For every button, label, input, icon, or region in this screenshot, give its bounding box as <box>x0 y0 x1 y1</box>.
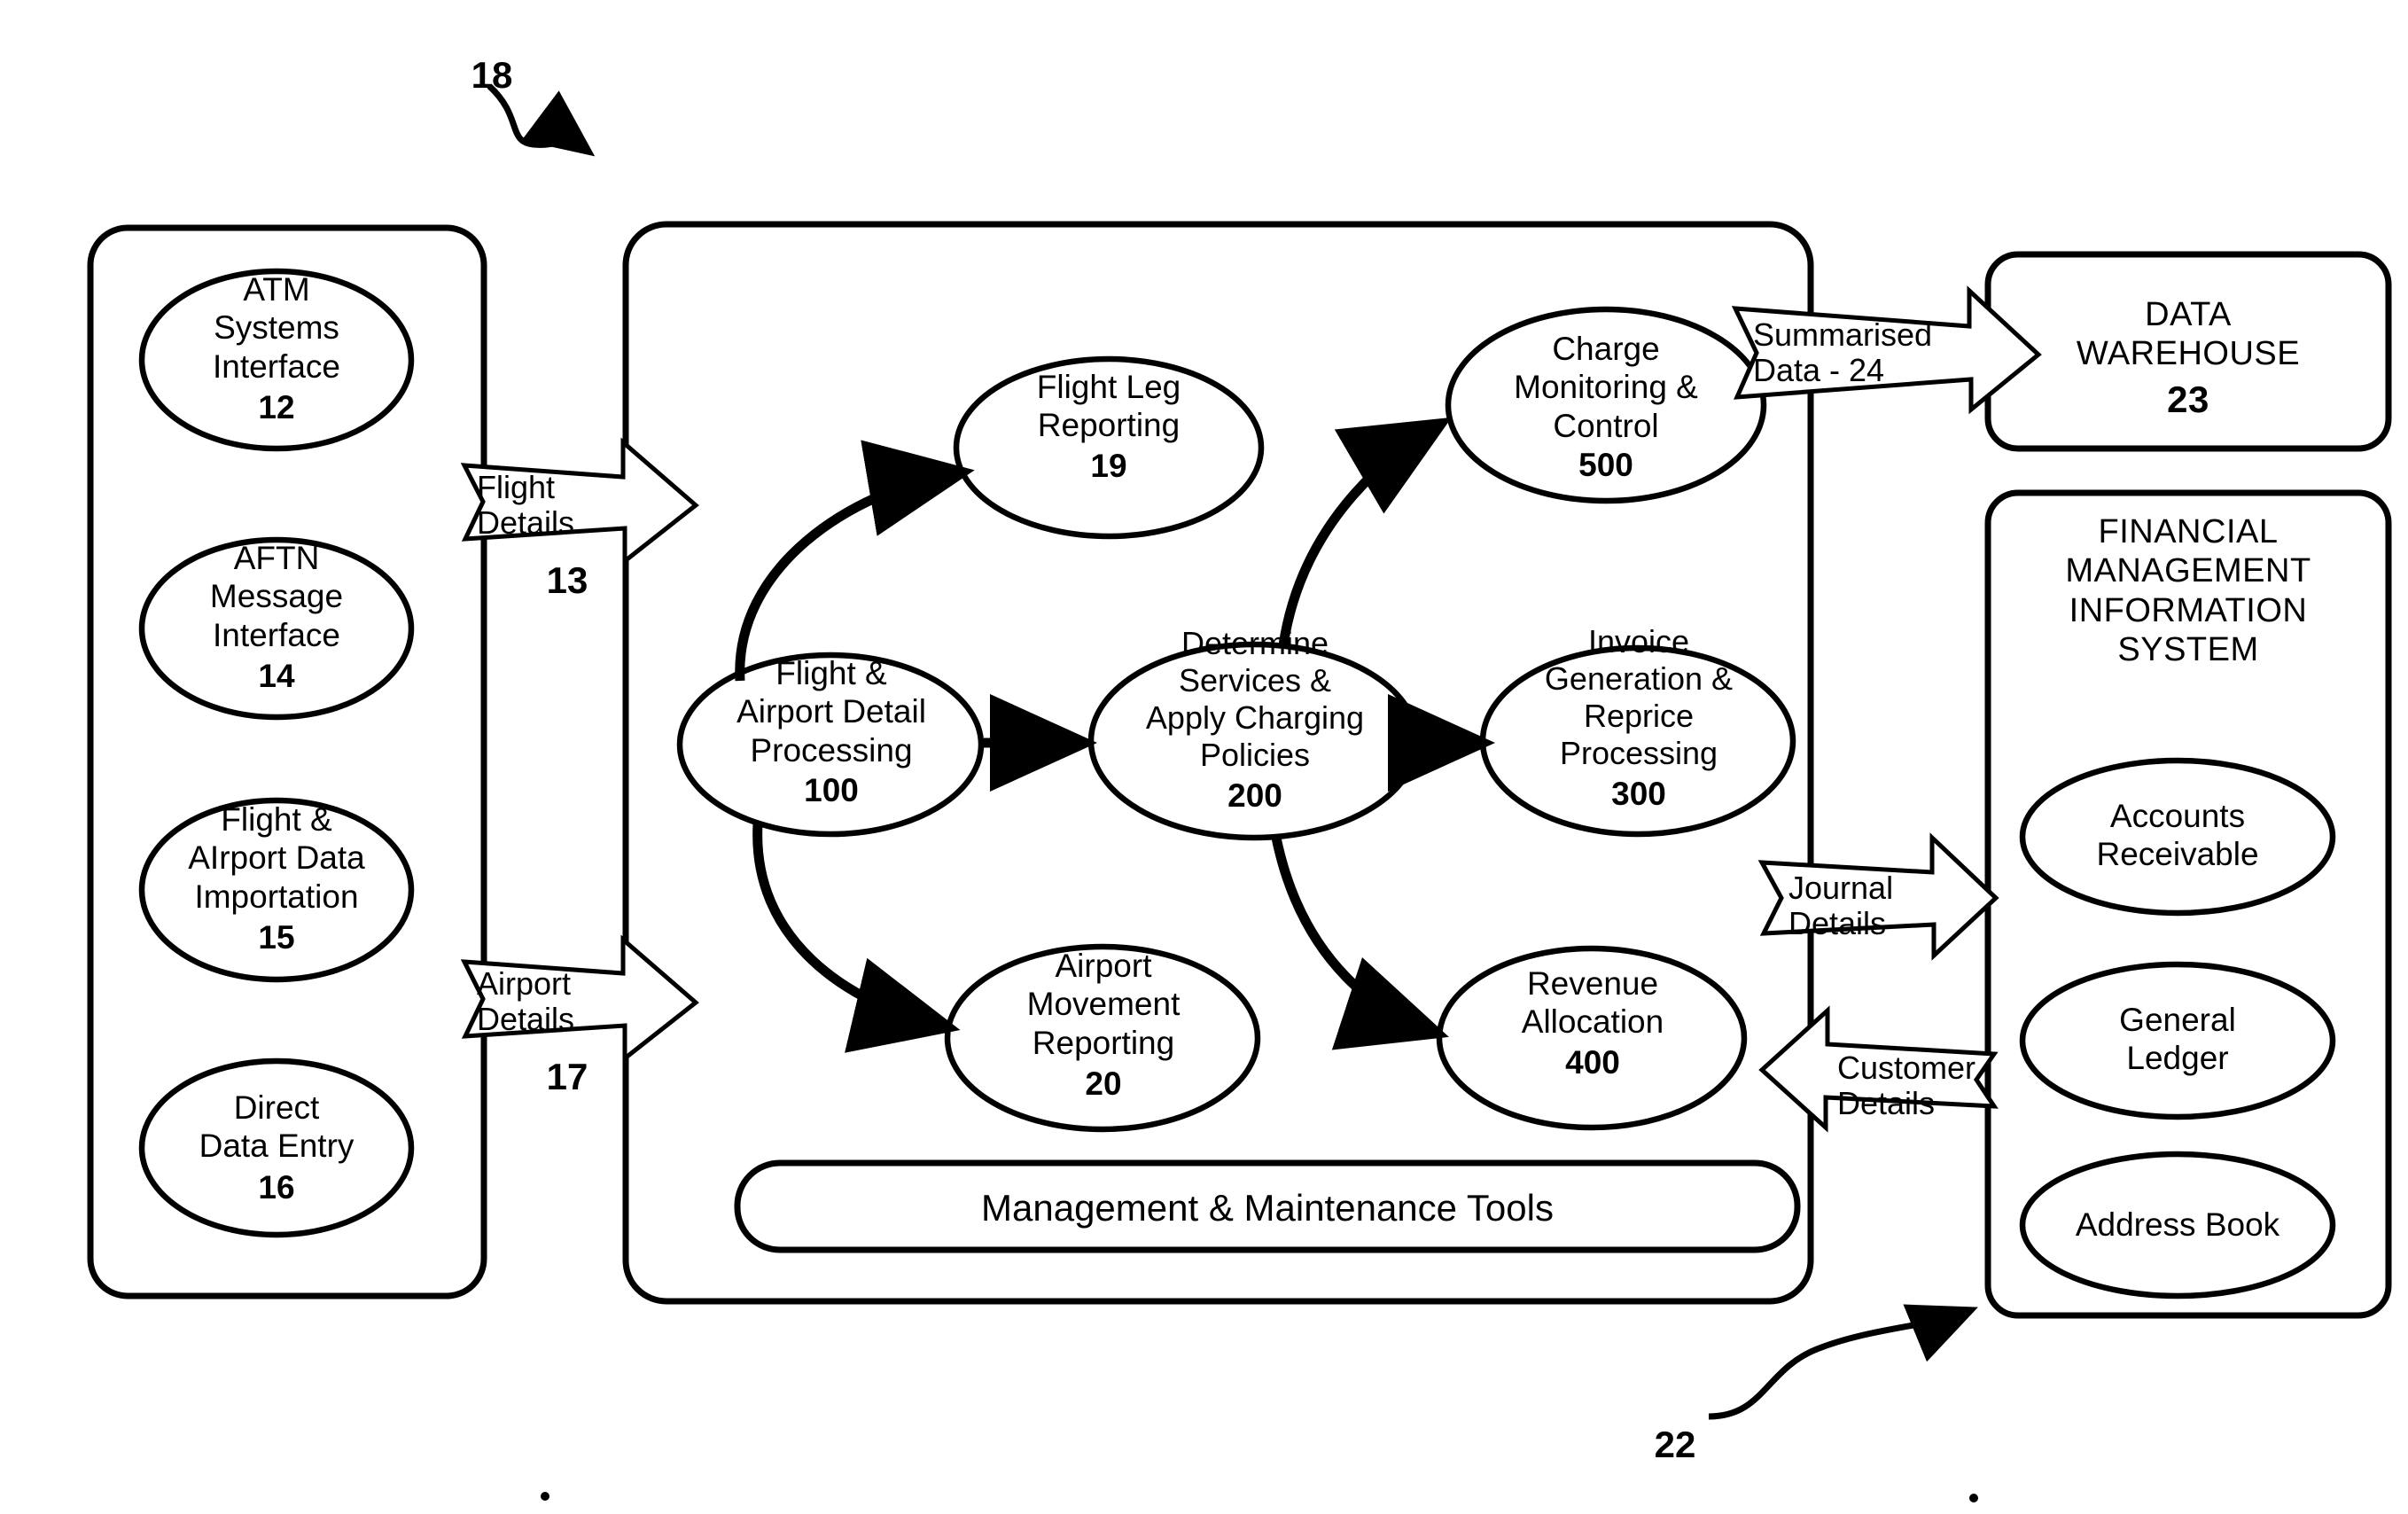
oval-accounts-receivable <box>2019 757 2336 917</box>
oval-address-book <box>2019 1151 2336 1299</box>
oval-flight-leg-reporting <box>953 355 1265 540</box>
oval-flight-airport-data-importation <box>138 797 415 983</box>
oval-revenue-allocation <box>1436 945 1748 1131</box>
oval-general-ledger <box>2019 961 2336 1120</box>
oval-flight-airport-detail-processing <box>676 652 985 838</box>
fmis-box <box>1984 489 2392 1319</box>
arrow-summarised-data <box>1731 285 2042 415</box>
oval-charge-monitoring-control <box>1445 306 1767 504</box>
diagram-vector-layer <box>87 83 2392 1502</box>
source-ovals <box>138 268 415 1238</box>
oval-airport-movement-reporting <box>944 943 1261 1133</box>
oval-atm-systems-interface <box>138 268 415 452</box>
management-maintenance-tools-banner <box>734 1159 1801 1253</box>
arrow-airport-details <box>460 934 699 1064</box>
patent-figure: 18 22 ATM Systems Interface 12 AFTN Mess… <box>0 0 2408 1514</box>
core-ovals <box>676 306 1796 1133</box>
oval-direct-data-entry <box>138 1057 415 1238</box>
arrow-journal-details <box>1757 832 1999 961</box>
arrow-customer-details <box>1758 1005 1999 1133</box>
arrow-flight-details <box>460 437 699 566</box>
oval-invoice-generation-reprice-processing <box>1479 644 1796 838</box>
oval-aftn-message-interface <box>138 536 415 721</box>
oval-determine-services-apply-charging-policies <box>1087 641 1421 841</box>
data-warehouse-box <box>1984 251 2392 452</box>
